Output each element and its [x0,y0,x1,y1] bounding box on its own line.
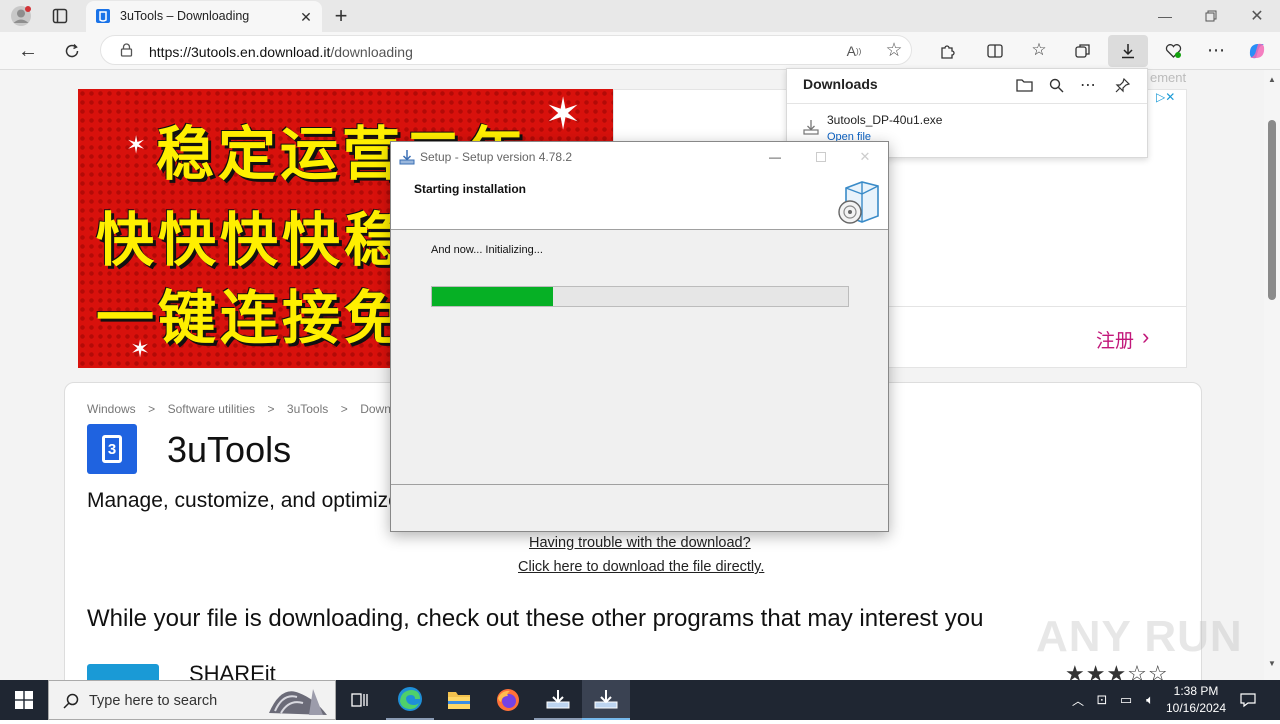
banner-line-2: 快快快快稳 [96,206,407,274]
chevron-up-icon[interactable]: ︿ [1066,692,1090,709]
installer-taskbar-icon[interactable] [534,680,582,720]
favorite-star-icon[interactable]: ☆ [883,39,905,61]
url-text: https://3utools.en.download.it/downloadi… [149,44,413,60]
address-toolbar: ← https://3utools.en.download.it/downloa… [0,32,1280,70]
lock-icon[interactable] [117,41,135,59]
address-bar[interactable]: https://3utools.en.download.it/downloadi… [100,35,912,65]
new-tab-icon[interactable]: + [329,3,353,28]
firefox-icon[interactable] [484,680,532,720]
other-programs-heading: While your file is downloading, check ou… [87,605,984,632]
search-downloads-icon[interactable] [1045,74,1067,96]
read-aloud-icon[interactable]: A)) [843,40,865,62]
taskbar-search-box[interactable]: Type here to search [48,680,336,720]
refresh-icon[interactable] [60,39,84,63]
site-favicon-icon [94,7,112,25]
setup-maximize-icon [809,146,833,168]
more-options-icon[interactable]: ⋯ [1077,74,1099,96]
tab-actions-icon[interactable] [48,5,72,27]
star-decoration-icon: ✶ [129,335,151,363]
chevron-right-icon: › [1142,324,1150,349]
downloads-header-divider [787,103,1147,104]
setup-minimize-icon[interactable]: — [763,146,787,168]
close-window-icon[interactable]: ✕ [1242,4,1272,28]
next-app-title[interactable]: SHAREit [189,661,276,680]
app-tagline: Manage, customize, and optimize [87,489,400,512]
profile-avatar-icon[interactable] [8,4,34,28]
setup-dialog: Setup - Setup version 4.78.2 — ✕ Startin… [390,141,889,532]
setup-title: Setup - Setup version 4.78.2 [420,150,573,164]
search-highlight-icon [265,683,331,719]
anyrun-watermark: ANY RUN [1036,612,1243,662]
tab-title: 3uTools – Downloading [120,9,250,23]
clock-time: 1:38 PM [1173,684,1219,698]
search-icon [61,691,81,711]
register-link[interactable]: 注册 [1096,326,1134,353]
search-placeholder: Type here to search [89,693,218,709]
url-path: /downloading [330,44,413,60]
browser-essentials-icon[interactable] [1162,40,1184,62]
clock[interactable]: 1:38 PM 10/16/2024 [1162,683,1230,717]
clock-date: 10/16/2024 [1165,701,1227,715]
breadcrumb-windows[interactable]: Windows [87,402,136,416]
setup-header: Starting installation [391,172,888,230]
collections-icon[interactable] [1072,40,1094,62]
open-folder-icon[interactable] [1013,74,1035,96]
app-title: 3uTools [167,429,292,470]
setup-taskbar-icon[interactable] [582,680,630,720]
browser-tab-bar: 3uTools – Downloading ✕ + — ✕ [0,0,1280,32]
setup-app-icon [398,148,416,166]
setup-heading: Starting installation [414,182,527,196]
close-tab-icon[interactable]: ✕ [296,7,316,27]
adchoices-icon[interactable]: ▷✕ [1156,90,1175,104]
url-host: https://3utools.en.download.it [149,44,331,60]
progress-fill [432,287,553,306]
direct-download-link[interactable]: Click here to download the file directly… [518,559,764,575]
watermark-text: ANY RUN [1036,612,1243,661]
scroll-down-icon[interactable]: ▼ [1267,658,1277,668]
security-tray-icon[interactable]: ⊡ [1090,692,1114,708]
edge-taskbar-icon[interactable] [386,680,434,720]
volume-icon[interactable]: 🔈︎ [1138,692,1162,708]
pin-icon[interactable] [1111,74,1133,96]
extensions-icon[interactable] [936,40,958,62]
advertisement-label: ement [1150,70,1187,85]
notifications-icon[interactable] [1236,688,1260,712]
shareit-logo-icon [87,664,159,680]
downloads-icon[interactable] [1108,35,1148,67]
start-button[interactable] [0,680,48,720]
tab-active[interactable]: 3uTools – Downloading ✕ [86,1,322,32]
breadcrumb-software-utilities[interactable]: Software utilities [168,402,255,416]
app-logo-icon: 3 [87,424,137,474]
network-icon[interactable]: ▭ [1114,692,1138,708]
trouble-download-link[interactable]: Having trouble with the download? [529,535,751,551]
copilot-icon[interactable] [1245,39,1269,63]
star-decoration-icon: ✶ [125,131,147,159]
settings-more-icon[interactable]: ⋯ [1204,38,1228,62]
install-box-icon [834,176,882,226]
scroll-up-icon[interactable]: ▲ [1267,74,1277,84]
setup-status: And now... Initializing... [431,244,543,256]
favorites-icon[interactable]: ☆ [1028,39,1050,61]
windows-logo-icon [15,691,33,709]
download-file-name[interactable]: 3utools_DP-40u1.exe [827,113,942,127]
star-decoration-icon: ✶ [544,89,582,139]
windows-taskbar: Type here to search ︿ ⊡ ▭ 🔈︎ 1:38 PM 10/… [0,680,1280,720]
setup-footer [391,484,888,531]
downloads-title: Downloads [803,76,878,92]
task-view-icon[interactable] [336,680,384,720]
download-file-icon [801,117,821,137]
page-scrollbar[interactable]: ▲ ▼ [1264,70,1280,680]
breadcrumb-3utools[interactable]: 3uTools [287,402,328,416]
setup-title-bar[interactable]: Setup - Setup version 4.78.2 — ✕ [391,142,888,172]
minimize-window-icon[interactable]: — [1150,4,1180,28]
restore-window-icon[interactable] [1196,4,1226,28]
split-screen-icon[interactable] [984,40,1006,62]
setup-close-icon: ✕ [859,149,871,164]
back-arrow-icon[interactable]: ← [16,39,40,63]
scrollbar-thumb[interactable] [1268,120,1276,300]
file-explorer-icon[interactable] [435,680,483,720]
system-tray: ︿ ⊡ ▭ 🔈︎ [1066,680,1162,720]
install-progress-bar [431,286,849,307]
rating-stars: ★★★☆☆ [1065,661,1169,680]
